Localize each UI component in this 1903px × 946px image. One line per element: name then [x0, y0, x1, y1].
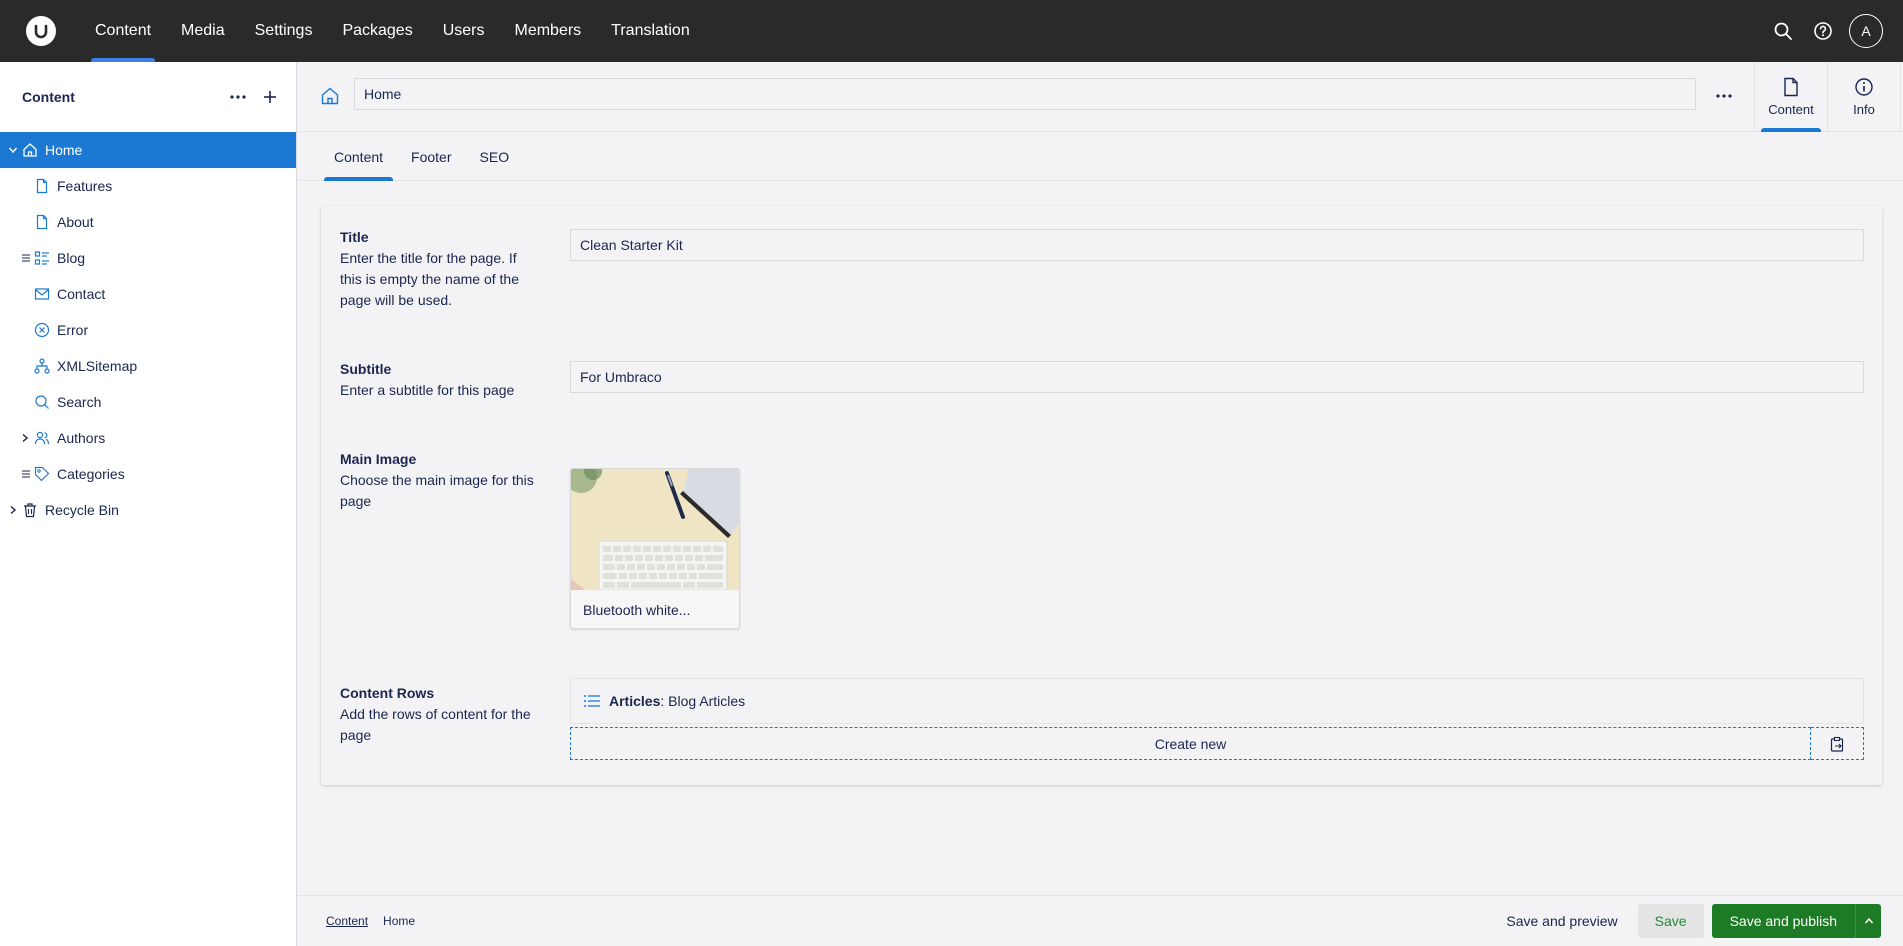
top-bar: Content Media Settings Packages Users Me…: [0, 0, 1903, 62]
document-name-input[interactable]: Home: [354, 78, 1696, 110]
tree-label: Blog: [57, 250, 86, 266]
drag-handle-icon[interactable]: [21, 251, 31, 265]
media-card[interactable]: Bluetooth white...: [570, 468, 740, 629]
breadcrumb-home: Home: [383, 914, 416, 928]
mail-icon: [33, 285, 51, 303]
breadcrumb: Content Home: [298, 914, 415, 928]
editor-footer: Content Home Save and preview Save Save …: [298, 895, 1903, 946]
nav-translation[interactable]: Translation: [596, 0, 705, 62]
nav-users[interactable]: Users: [428, 0, 500, 62]
umbraco-logo[interactable]: [26, 16, 56, 46]
tree-item-features[interactable]: Features: [0, 168, 296, 204]
chevron-down-icon[interactable]: [6, 143, 20, 157]
chevron-up-icon[interactable]: [1855, 904, 1881, 938]
tag-icon: [33, 465, 51, 483]
content-tabs: Content Footer SEO: [298, 132, 1903, 181]
search-icon[interactable]: [1763, 11, 1803, 51]
save-and-publish-button[interactable]: Save and publish: [1711, 904, 1855, 938]
media-name: Bluetooth white...: [583, 601, 691, 618]
home-icon: [320, 86, 340, 106]
view-tab-label: Info: [1853, 102, 1875, 117]
document-icon: [1782, 77, 1800, 97]
document-icon: [33, 213, 51, 231]
subtitle-input[interactable]: For Umbraco: [570, 361, 1864, 393]
tree-item-contact[interactable]: Contact: [0, 276, 296, 312]
tree-label: Recycle Bin: [45, 502, 119, 518]
breadcrumb-content[interactable]: Content: [326, 914, 368, 928]
tree-label: Search: [57, 394, 102, 410]
nav-members[interactable]: Members: [499, 0, 596, 62]
create-new-button[interactable]: Create new: [570, 727, 1811, 760]
tree-item-search[interactable]: Search: [0, 384, 296, 420]
clipboard-icon[interactable]: [1811, 727, 1864, 760]
tree-label: Error: [57, 322, 89, 338]
content-rows-label: Content Rows: [340, 685, 435, 701]
nav-settings[interactable]: Settings: [240, 0, 328, 62]
sidebar-more-icon[interactable]: [226, 85, 250, 109]
drag-handle-icon[interactable]: [21, 467, 31, 481]
error-circle-icon: [33, 321, 51, 339]
tree-label: Categories: [57, 466, 125, 482]
tree-item-recycle-bin[interactable]: Recycle Bin: [0, 492, 296, 528]
sitemap-icon: [33, 357, 51, 375]
subtitle-label: Subtitle: [340, 361, 392, 377]
tree-label: Home: [45, 142, 83, 158]
title-input[interactable]: Clean Starter Kit: [570, 229, 1864, 261]
main-image-description: Choose the main image for this page: [340, 472, 534, 509]
help-icon[interactable]: [1803, 11, 1843, 51]
title-description: Enter the title for the page. If this is…: [340, 250, 519, 308]
title-label: Title: [340, 229, 369, 245]
tab-seo[interactable]: SEO: [470, 132, 520, 181]
tab-footer[interactable]: Footer: [401, 132, 461, 181]
chevron-right-icon[interactable]: [18, 431, 32, 445]
view-switcher: Content Info: [1754, 62, 1901, 132]
main-nav: Content Media Settings Packages Users Me…: [80, 0, 705, 62]
tree-label: Contact: [57, 286, 106, 302]
tree-item-about[interactable]: About: [0, 204, 296, 240]
more-actions-icon[interactable]: [1711, 84, 1737, 108]
view-tab-content[interactable]: Content: [1755, 62, 1828, 132]
tree-item-authors[interactable]: Authors: [0, 420, 296, 456]
block-item-articles[interactable]: Articles: Blog Articles: [570, 678, 1864, 724]
nav-content[interactable]: Content: [80, 0, 166, 62]
tree-label: Features: [57, 178, 113, 194]
tree-label: XMLSitemap: [57, 358, 138, 374]
list-icon: [583, 693, 601, 709]
document-icon: [33, 177, 51, 195]
tree-label: About: [57, 214, 94, 230]
search-icon: [33, 393, 51, 411]
users-icon: [33, 429, 51, 447]
tree-item-categories[interactable]: Categories: [0, 456, 296, 492]
trash-icon: [21, 501, 39, 519]
add-icon[interactable]: [258, 85, 282, 109]
sidebar-title: Content: [22, 89, 75, 105]
tree-item-blog[interactable]: Blog: [0, 240, 296, 276]
save-and-preview-button[interactable]: Save and preview: [1494, 904, 1629, 938]
editor-header: Home Content Info: [298, 62, 1903, 132]
subtitle-description: Enter a subtitle for this page: [340, 382, 515, 398]
tree-item-xmlsitemap[interactable]: XMLSitemap: [0, 348, 296, 384]
save-button[interactable]: Save: [1637, 904, 1704, 938]
media-thumbnail: [571, 469, 739, 590]
tree-item-error[interactable]: Error: [0, 312, 296, 348]
tab-content[interactable]: Content: [324, 132, 394, 181]
tree-item-home[interactable]: Home: [0, 132, 296, 168]
view-tab-info[interactable]: Info: [1828, 62, 1901, 132]
main-image-label: Main Image: [340, 451, 417, 467]
view-tab-label: Content: [1768, 102, 1814, 117]
nav-media[interactable]: Media: [166, 0, 240, 62]
user-avatar[interactable]: A: [1849, 14, 1883, 48]
block-name: : Blog Articles: [660, 693, 746, 709]
content-sidebar: Content Home Features About Blog Contact…: [0, 62, 297, 946]
list-icon: [33, 249, 51, 267]
properties-panel: Title Enter the title for the page. If t…: [321, 206, 1882, 785]
block-type: Articles: [609, 693, 661, 709]
home-icon: [21, 141, 39, 159]
info-icon: [1854, 77, 1874, 97]
tree-label: Authors: [57, 430, 106, 446]
content-rows-description: Add the rows of content for the page: [340, 706, 531, 743]
chevron-right-icon[interactable]: [6, 503, 20, 517]
nav-packages[interactable]: Packages: [327, 0, 427, 62]
